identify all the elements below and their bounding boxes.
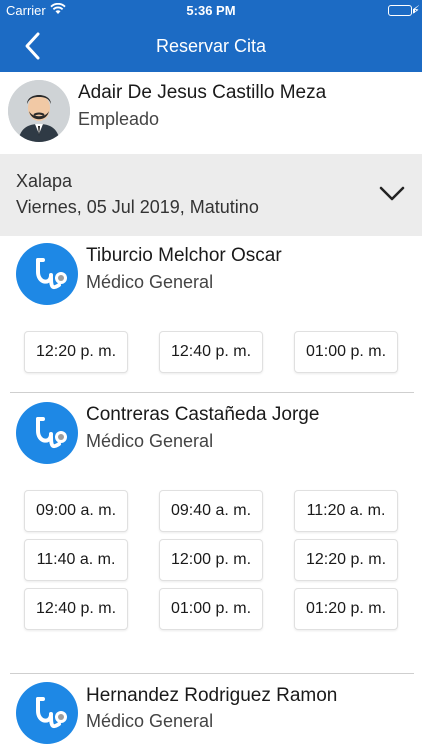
time-slot[interactable]: 01:00 p. m. (294, 331, 398, 373)
time-slot[interactable]: 01:00 p. m. (159, 588, 263, 630)
time-slot[interactable]: 11:20 a. m. (294, 490, 398, 532)
doctor-specialty: Médico General (86, 711, 214, 731)
time-slot[interactable]: 12:20 p. m. (294, 539, 398, 581)
charging-icon: ⚡ (411, 3, 420, 17)
divider (10, 673, 414, 674)
time-slot[interactable]: 09:00 a. m. (24, 490, 128, 532)
user-avatar (8, 80, 70, 142)
user-role: Empleado (78, 109, 160, 129)
selected-date-shift: Viernes, 05 Jul 2019, Matutino (16, 197, 259, 217)
page-title: Reservar Cita (155, 36, 267, 56)
doctor-name: Hernandez Rodriguez Ramon (86, 685, 338, 706)
appointment-selector[interactable] (0, 154, 422, 236)
stethoscope-icon (16, 402, 78, 464)
doctor-specialty: Médico General (86, 272, 214, 292)
user-name: Adair De Jesus Castillo Meza (78, 82, 327, 103)
stethoscope-icon (16, 682, 78, 744)
divider (10, 392, 414, 393)
battery-icon (388, 5, 415, 16)
time-slot[interactable]: 12:40 p. m. (159, 331, 263, 373)
status-bar: Carrier 5:36 PM ⚡ (0, 0, 422, 22)
doctor-name: Tiburcio Melchor Oscar (86, 245, 282, 266)
time-slot[interactable]: 12:00 p. m. (159, 539, 263, 581)
time-slot[interactable]: 11:40 a. m. (24, 539, 128, 581)
doctor-specialty: Médico General (86, 431, 214, 451)
time-slot[interactable]: 01:20 p. m. (294, 588, 398, 630)
time-slot[interactable]: 12:40 p. m. (24, 588, 128, 630)
time-slot[interactable]: 09:40 a. m. (159, 490, 263, 532)
status-time: 5:36 PM (186, 3, 236, 18)
time-slot[interactable]: 12:20 p. m. (24, 331, 128, 373)
chevron-down-icon[interactable] (378, 184, 406, 204)
app-header: Carrier 5:36 PM ⚡ Reservar Cita (0, 0, 422, 72)
doctor-name: Contreras Castañeda Jorge (86, 404, 320, 425)
selected-city: Xalapa (16, 171, 73, 191)
stethoscope-icon (16, 243, 78, 305)
